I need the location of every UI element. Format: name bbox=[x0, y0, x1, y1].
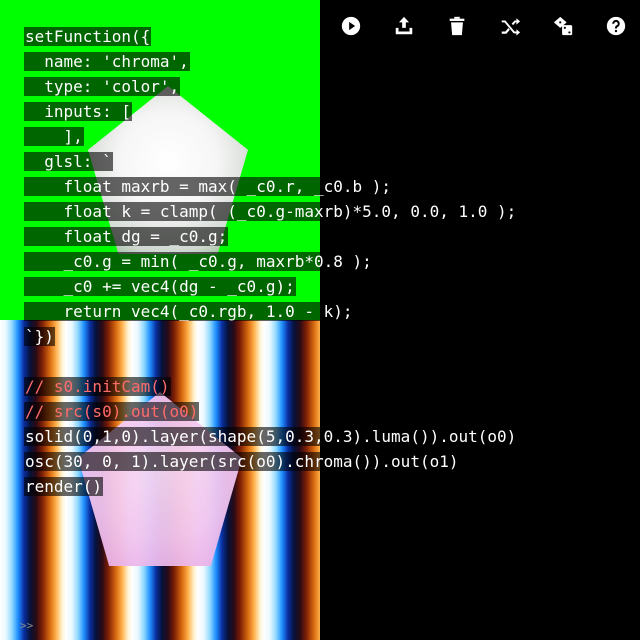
console-prompt[interactable]: >> bbox=[20, 619, 33, 632]
code-line: setFunction({ bbox=[24, 24, 624, 49]
code-line: // s0.initCam() bbox=[24, 374, 624, 399]
code-line: float maxrb = max( _c0.r, _c0.b ); bbox=[24, 174, 624, 199]
code-text: float k = clamp( (_c0.g-maxrb)*5.0, 0.0,… bbox=[24, 202, 518, 221]
code-text: `}) bbox=[24, 327, 55, 346]
code-line: inputs: [ bbox=[24, 99, 624, 124]
code-text: glsl: ` bbox=[24, 152, 113, 171]
code-line: float dg = _c0.g; bbox=[24, 224, 624, 249]
code-line: ], bbox=[24, 124, 624, 149]
code-comment: // s0.initCam() bbox=[24, 377, 171, 396]
code-line: float k = clamp( (_c0.g-maxrb)*5.0, 0.0,… bbox=[24, 199, 624, 224]
code-line: glsl: ` bbox=[24, 149, 624, 174]
code-line: osc(30, 0, 1).layer(src(o0).chroma()).ou… bbox=[24, 449, 624, 474]
code-text: ], bbox=[24, 127, 84, 146]
code-text: float dg = _c0.g; bbox=[24, 227, 229, 246]
code-text: osc(30, 0, 1).layer(src(o0).chroma()).ou… bbox=[24, 452, 460, 471]
code-line: solid(0,1,0).layer(shape(5,0.3,0.3).luma… bbox=[24, 424, 624, 449]
code-line: name: 'chroma', bbox=[24, 49, 624, 74]
code-text: return vec4(_c0.rgb, 1.0 - k); bbox=[24, 302, 354, 321]
code-text: inputs: [ bbox=[24, 102, 132, 121]
code-text: render() bbox=[24, 477, 104, 496]
code-line: // src(s0).out(o0) bbox=[24, 399, 624, 424]
code-comment: // src(s0).out(o0) bbox=[24, 402, 200, 421]
code-text: name: 'chroma', bbox=[24, 52, 190, 71]
code-line: return vec4(_c0.rgb, 1.0 - k); bbox=[24, 299, 624, 324]
code-text: type: 'color', bbox=[24, 77, 181, 96]
code-text: _c0 += vec4(dg - _c0.g); bbox=[24, 277, 296, 296]
code-line: `}) bbox=[24, 324, 624, 349]
code-text: float maxrb = max( _c0.r, _c0.b ); bbox=[24, 177, 393, 196]
code-line: _c0 += vec4(dg - _c0.g); bbox=[24, 274, 624, 299]
code-editor[interactable]: setFunction({ name: 'chroma', type: 'col… bbox=[24, 24, 624, 499]
code-text: setFunction({ bbox=[24, 27, 152, 46]
code-text: solid(0,1,0).layer(shape(5,0.3,0.3).luma… bbox=[24, 427, 518, 446]
code-line: _c0.g = min( _c0.g, maxrb*0.8 ); bbox=[24, 249, 624, 274]
code-line: render() bbox=[24, 474, 624, 499]
code-line: type: 'color', bbox=[24, 74, 624, 99]
code-text: _c0.g = min( _c0.g, maxrb*0.8 ); bbox=[24, 252, 373, 271]
